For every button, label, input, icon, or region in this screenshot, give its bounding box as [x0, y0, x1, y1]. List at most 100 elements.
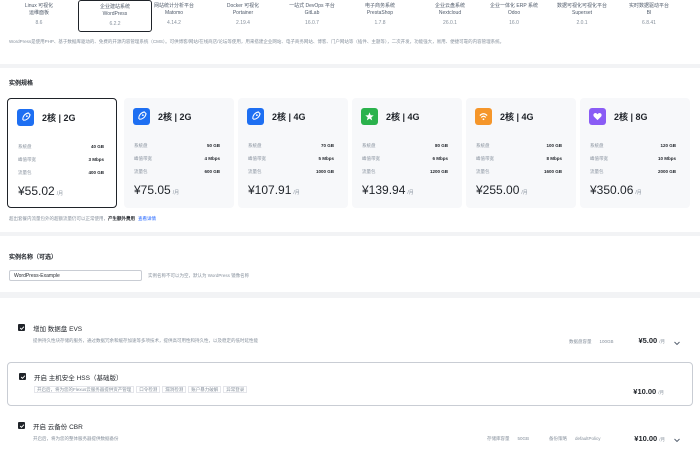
disk-value: 100 GB — [546, 143, 562, 148]
bandwidth-label: 峰值带宽 — [134, 156, 152, 161]
price-unit: /月 — [635, 190, 642, 196]
traffic-value: 1000 GB — [315, 169, 334, 174]
chevron-down-icon[interactable] — [673, 436, 681, 444]
spec-name: 2核 | 8G — [614, 112, 648, 122]
image-item[interactable]: 企业云盘系统 Nextcloud 26.0.1 — [413, 0, 487, 31]
image-title: 一站式 DevOps 平台 — [289, 3, 335, 9]
spec-name: 2核 | 4G — [500, 112, 534, 122]
price-unit: /月 — [56, 191, 64, 197]
spec-name: 2核 | 4G — [386, 112, 420, 122]
view-details-link[interactable]: 查看详情 — [138, 216, 156, 221]
addon-cbr: 开启 云备份 CBR 开启后，将为您的整体服务器提供数据备份 存储库容量 50GB… — [7, 414, 693, 458]
spec-card[interactable]: 2核 | 2G 系统盘 50 GB 峰值带宽 4 Mbps 流量包 600 GB ¥7… — [124, 98, 234, 208]
addon-description: 提供持久性块存储的服务，通过数据冗余和缓存加速等多项技术，提供高可用性和持久性，… — [33, 338, 258, 343]
spec-price: ¥55.02 — [18, 184, 55, 198]
image-title: 实时数据驱动平台 — [628, 3, 669, 9]
spec-note: 超出套餐内流量包外的超额流量仍可以正常使用，产生额外费用 查看详情 — [9, 216, 156, 222]
cbr-checkbox[interactable] — [18, 422, 25, 429]
check-icon — [19, 423, 24, 428]
instance-name-panel: 实例名称（可选） 实例名称不可以为空，默认为 WordPress 镜像名称 — [0, 236, 700, 292]
bandwidth-value: 10 Mbps — [657, 156, 676, 161]
bandwidth-label: 峰值带宽 — [18, 157, 36, 162]
image-subtitle: Matomo — [164, 10, 184, 16]
spec-name: 2核 | 4G — [272, 112, 306, 122]
traffic-value: 1600 GB — [543, 169, 562, 174]
image-title: Docker 可视化 — [226, 3, 260, 9]
disk-label: 系统盘 — [590, 143, 604, 148]
image-item[interactable]: 电子商务系统 PrestaShop 1.7.8 — [343, 0, 417, 31]
check-icon — [19, 325, 24, 330]
disk-value: 70 GB — [320, 143, 334, 148]
addon-title: 增加 数据盘 EVS — [33, 326, 83, 333]
image-item[interactable]: 一站式 DevOps 平台 GitLab 16.0.7 — [275, 0, 349, 31]
rocket-icon — [247, 108, 264, 125]
image-subtitle: 运维面板 — [28, 10, 49, 16]
chevron-down-icon[interactable] — [673, 339, 681, 347]
traffic-label: 流量包 — [362, 169, 376, 174]
spec-card[interactable]: 2核 | 4G 系统盘 100 GB 峰值带宽 8 Mbps 流量包 1600 GB … — [466, 98, 576, 208]
signal-icon — [475, 108, 492, 125]
addon-price: ¥10.00 — [634, 434, 658, 443]
spec-price: ¥255.00 — [476, 183, 520, 197]
image-version: 8.6 — [35, 20, 43, 26]
price-unit: /月 — [658, 390, 664, 395]
traffic-label: 流量包 — [476, 169, 490, 174]
spec-card[interactable]: 2核 | 4G 系统盘 80 GB 峰值带宽 6 Mbps 流量包 1200 GB ¥… — [352, 98, 462, 208]
instance-name-title: 实例名称（可选） — [9, 255, 58, 261]
addon-description: 开启后，将为您的整体服务器提供数据备份 — [33, 436, 119, 441]
heart-icon — [589, 108, 606, 125]
bandwidth-label: 峰值带宽 — [476, 156, 494, 161]
spec-note-text: 超出套餐内流量包外的超额流量仍可以正常使用， — [9, 216, 108, 221]
backup-policy-label: 备份策略 — [549, 436, 567, 441]
image-version: 16.0.7 — [305, 20, 319, 26]
feature-tag: 漏洞检测 — [162, 386, 187, 393]
spec-section-title: 实例规格 — [9, 81, 34, 87]
star-icon — [361, 108, 378, 125]
disk-label: 系统盘 — [134, 143, 148, 148]
disk-value: 80 GB — [434, 143, 448, 148]
image-item[interactable]: 数据可视化可视化平台 Superset 2.0.1 — [545, 0, 619, 31]
image-item[interactable]: 网站统计分析平台 Matomo 4.14.2 — [137, 0, 211, 31]
rocket-icon — [133, 108, 150, 125]
image-subtitle: Nextcloud — [438, 10, 462, 16]
spec-card[interactable]: 2核 | 4G 系统盘 70 GB 峰值带宽 5 Mbps 流量包 1000 GB ¥… — [238, 98, 348, 208]
image-item[interactable]: 企业一体化 ERP 系统 Odoo 16.0 — [477, 0, 551, 31]
addon-price: ¥5.00 — [638, 336, 658, 345]
hss-checkbox[interactable] — [19, 373, 26, 380]
spec-card[interactable]: 2核 | 8G 系统盘 120 GB 峰值带宽 10 Mbps 流量包 2000 GB… — [580, 98, 690, 208]
spec-name: 2核 | 2G — [158, 112, 192, 122]
image-subtitle: Superset — [571, 10, 592, 16]
evs-checkbox[interactable] — [18, 324, 25, 331]
vault-size-value: 50GB — [517, 436, 530, 441]
backup-policy-value: defaultPolicy — [575, 436, 601, 441]
image-item[interactable]: 实时数据驱动平台 BI 6.8.41 — [612, 0, 686, 31]
image-version: 2.0.1 — [576, 20, 588, 26]
image-title: 电子商务系统 — [364, 3, 395, 9]
image-selector-panel: Linux 可视化 运维面板 8.6 企业建站系统 WordPress 6.2.2 网站… — [0, 0, 700, 64]
spec-price: ¥107.91 — [248, 183, 292, 197]
disk-value: 40 GB — [90, 144, 104, 149]
image-description: WordPress是使用PHP、基于数据库驱动的、免费的开源内容管理系统（CMS… — [9, 39, 505, 44]
bandwidth-value: 8 Mbps — [546, 156, 562, 161]
spec-price: ¥139.94 — [362, 183, 406, 197]
image-title: 数据可视化可视化平台 — [556, 3, 607, 9]
bandwidth-label: 峰值带宽 — [590, 156, 608, 161]
price-unit: /月 — [659, 437, 665, 442]
image-title: 企业一体化 ERP 系统 — [490, 3, 538, 9]
instance-name-hint: 实例名称不可以为空，默认为 WordPress 镜像名称 — [148, 273, 250, 278]
disk-value: 50 GB — [206, 143, 220, 148]
disk-value: 120 GB — [660, 143, 676, 148]
image-item[interactable]: Linux 可视化 运维面板 8.6 — [2, 0, 76, 31]
spec-price: ¥350.06 — [590, 183, 634, 197]
instance-name-input[interactable] — [9, 270, 142, 281]
image-version: 2.19.4 — [236, 20, 250, 26]
image-subtitle: PrestaShop — [366, 10, 394, 16]
addon-price: ¥10.00 — [633, 387, 657, 396]
addon-tags: 开启后，将为您的Flexus云服务器提供资产管理 口令检测 漏洞检测 账户暴力破解 异常… — [34, 386, 249, 393]
traffic-label: 流量包 — [134, 169, 148, 174]
image-version: 6.8.41 — [642, 20, 656, 26]
traffic-label: 流量包 — [590, 169, 604, 174]
image-item[interactable]: Docker 可视化 Portainer 2.19.4 — [206, 0, 280, 31]
spec-card-selected[interactable]: 2核 | 2G 系统盘 40 GB 峰值带宽 3 Mbps 流量包 400 GB ¥5… — [7, 98, 117, 208]
price-unit: /月 — [172, 190, 180, 196]
